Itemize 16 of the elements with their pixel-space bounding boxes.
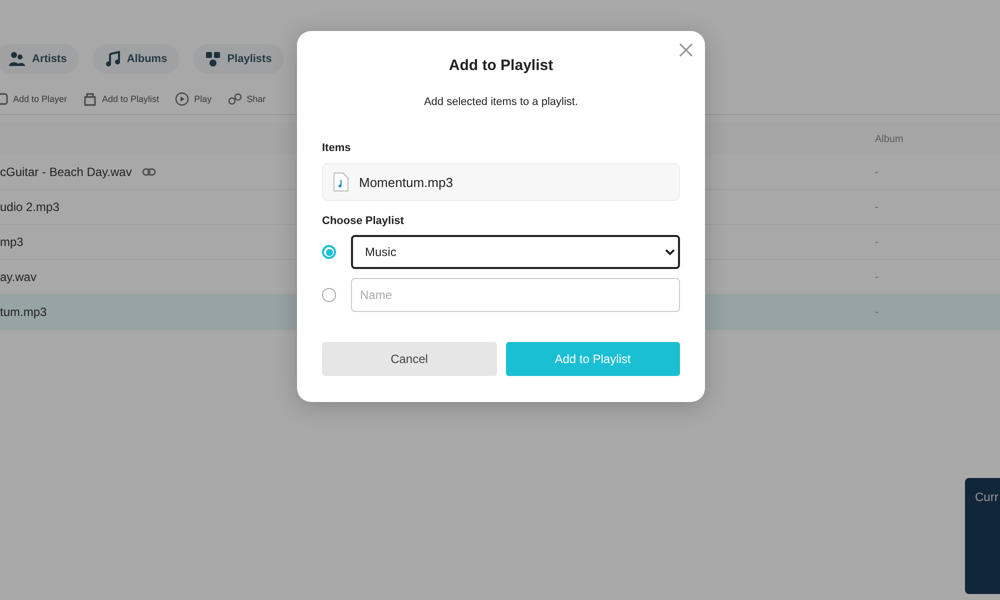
file-name: cGuitar - Beach Day.wav bbox=[0, 165, 132, 179]
file-name: udio 2.mp3 bbox=[0, 200, 60, 214]
file-name: mp3 bbox=[0, 235, 24, 249]
album-cell-text: - bbox=[874, 202, 878, 212]
column-header: Album bbox=[874, 134, 904, 144]
item-name: Momentum.mp3 bbox=[359, 174, 453, 190]
file-name: ay.wav bbox=[0, 270, 36, 284]
album-cell-text: - bbox=[874, 272, 878, 282]
dialog-subtitle: Add selected items to a playlist. bbox=[422, 96, 580, 108]
file-name: tum.mp3 bbox=[0, 305, 47, 319]
album-cell-text: - bbox=[874, 306, 878, 318]
album-cell-text: - bbox=[874, 236, 878, 248]
dialog-title: Add to Playlist bbox=[448, 57, 554, 74]
playlist-label: Choose Playlist bbox=[322, 215, 405, 227]
album-cell-text: - bbox=[874, 166, 878, 178]
items-label: Items bbox=[322, 142, 352, 154]
